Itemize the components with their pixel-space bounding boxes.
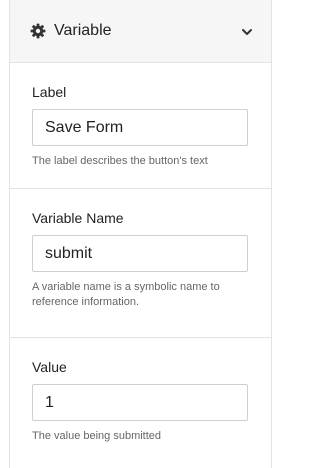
- label-help-text: The label describes the button's text: [32, 155, 208, 167]
- variable-name-field-group: Variable Name A variable name is a symbo…: [10, 189, 271, 338]
- gear-icon: [30, 23, 46, 39]
- value-input[interactable]: [32, 384, 248, 421]
- value-help-text: The value being submitted: [32, 430, 162, 442]
- label-field-group: Label The label describes the button's t…: [10, 63, 271, 189]
- value-field-group: Value The value being submitted: [10, 338, 271, 468]
- chevron-down-icon[interactable]: [241, 25, 253, 37]
- value-field-label: Value: [32, 359, 67, 375]
- variable-name-input[interactable]: [32, 235, 248, 272]
- variable-name-help-text: A variable name is a symbolic name to re…: [32, 281, 220, 308]
- variable-section-header[interactable]: Variable: [10, 0, 271, 63]
- label-input[interactable]: [32, 109, 248, 146]
- variable-name-field-label: Variable Name: [32, 210, 124, 226]
- inspector-panel: Variable Label The label describes the b…: [9, 0, 272, 468]
- label-field-label: Label: [32, 84, 67, 100]
- section-title: Variable: [54, 22, 112, 39]
